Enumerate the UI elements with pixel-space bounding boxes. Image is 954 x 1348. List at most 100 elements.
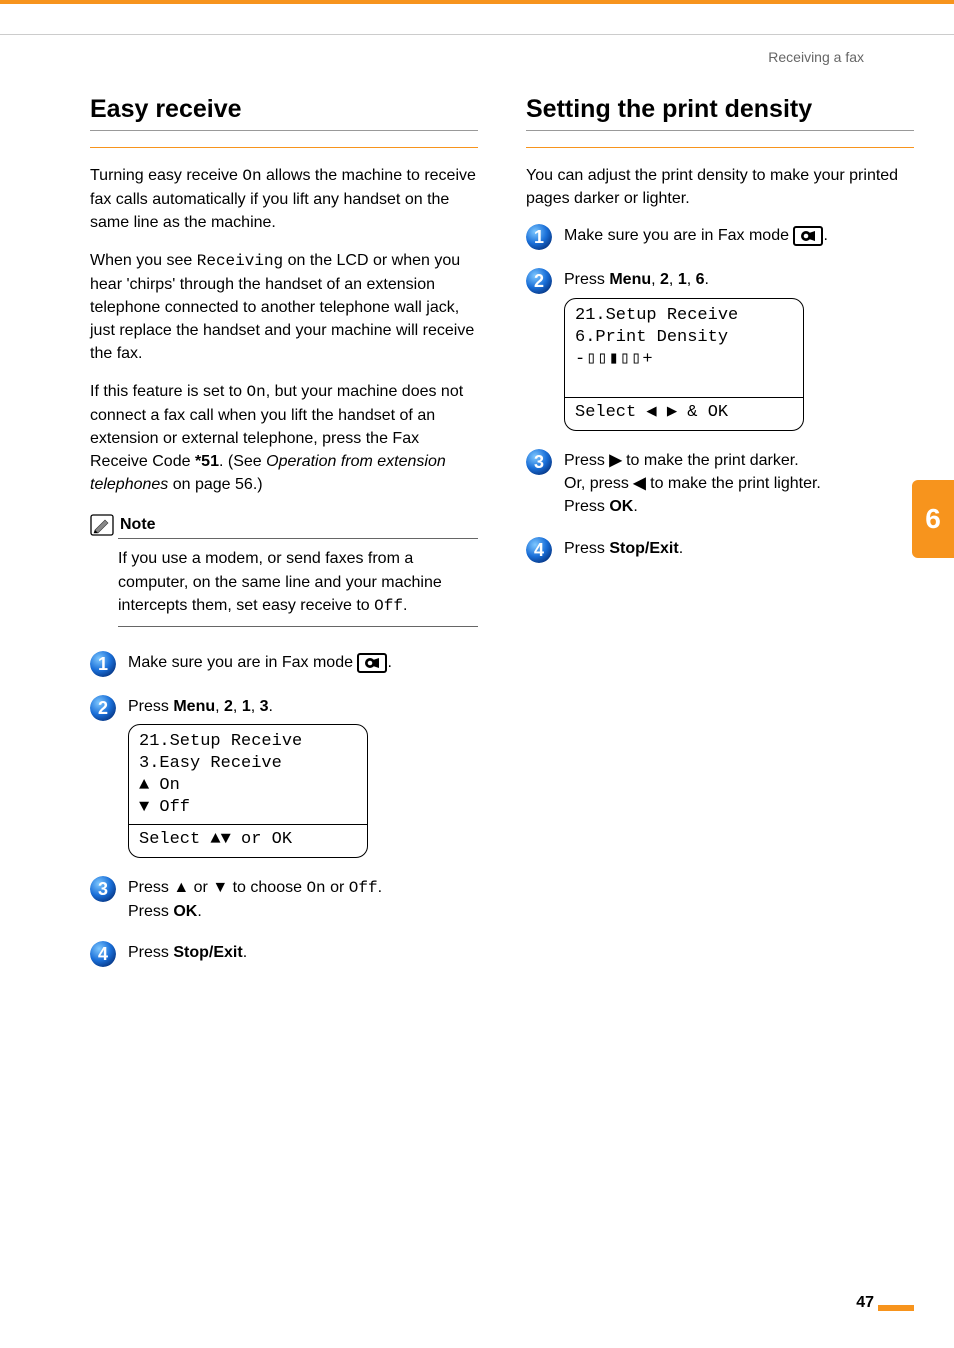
lcd-line: ▼ Off	[139, 797, 357, 819]
text: to make the print lighter.	[646, 475, 821, 492]
note-rule-end	[118, 626, 478, 627]
text: to make the print darker.	[622, 452, 799, 469]
text: ,	[251, 698, 260, 715]
right-column: Setting the print density You can adjust…	[526, 95, 914, 985]
text: Press	[128, 879, 173, 896]
text: Press	[128, 698, 173, 715]
key-2: 2	[224, 698, 233, 715]
text: Or, press	[564, 475, 633, 492]
menu-key: Menu	[609, 271, 651, 288]
step-number-3: 3	[90, 876, 116, 902]
note-label: Note	[120, 516, 156, 534]
note-rule	[118, 538, 478, 539]
text: Press	[564, 271, 609, 288]
svg-text:2: 2	[534, 271, 544, 291]
lcd-line: Select ◀ ▶ & OK	[565, 398, 803, 430]
text: .	[679, 540, 683, 557]
lcd-density-bar: -▯▯▮▯▯+	[575, 349, 793, 371]
text: ,	[669, 271, 678, 288]
svg-text:3: 3	[98, 879, 108, 899]
text: ,	[687, 271, 696, 288]
note-icon	[90, 514, 114, 536]
step-number-1: 1	[526, 224, 552, 250]
page-accent-bar	[878, 1305, 914, 1311]
svg-text:3: 3	[534, 452, 544, 472]
on-text: On	[247, 383, 266, 401]
key-1: 1	[242, 698, 251, 715]
paragraph-3: If this feature is set to On, but your m…	[90, 380, 478, 497]
step-number-1: 1	[90, 651, 116, 677]
text: Make sure you are in Fax mode	[564, 227, 793, 244]
text: When you see	[90, 252, 197, 269]
heading-rule-orange	[90, 147, 478, 148]
heading-rule	[90, 130, 478, 131]
step-number-4: 4	[526, 537, 552, 563]
heading-rule-orange	[526, 147, 914, 148]
svg-text:4: 4	[534, 540, 544, 560]
fax-mode-icon	[357, 653, 387, 673]
paragraph-1: You can adjust the print density to make…	[526, 164, 914, 210]
left-arrow: ◀	[633, 475, 645, 492]
text: .	[633, 498, 637, 515]
text: to choose	[228, 879, 306, 896]
text: or	[326, 879, 349, 896]
text: Press	[128, 944, 173, 961]
step-number-2: 2	[90, 695, 116, 721]
text: or	[189, 879, 212, 896]
step-number-3: 3	[526, 449, 552, 475]
content-columns: Easy receive Turning easy receive On all…	[0, 65, 954, 985]
off-text: Off	[374, 597, 403, 615]
note-body: If you use a modem, or send faxes from a…	[118, 547, 478, 618]
text: on page 56.)	[168, 476, 262, 493]
lcd-line: ▲ On	[139, 775, 357, 797]
text: .	[197, 903, 201, 920]
key-6: 6	[696, 271, 705, 288]
paragraph-2: When you see Receiving on the LCD or whe…	[90, 249, 478, 366]
left-column: Easy receive Turning easy receive On all…	[90, 95, 478, 985]
text: . (See	[219, 453, 266, 470]
lcd-line: 21.Setup Receive	[575, 305, 793, 327]
ok-key: OK	[173, 903, 197, 920]
text: .	[378, 879, 382, 896]
step-4: 4 Press Stop/Exit.	[90, 941, 478, 967]
text: .	[243, 944, 247, 961]
right-arrow: ▶	[609, 452, 621, 469]
lcd-display-2: 21.Setup Receive 6.Print Density -▯▯▮▯▯+…	[564, 298, 804, 431]
menu-key: Menu	[173, 698, 215, 715]
text: Press	[564, 498, 609, 515]
page-number: 47	[856, 1294, 874, 1312]
step-4-text: Press Stop/Exit.	[564, 537, 914, 560]
step-3: 3 Press ▲ or ▼ to choose On or Off. Pres…	[90, 876, 478, 923]
stop-exit-key: Stop/Exit	[173, 944, 242, 961]
svg-text:4: 4	[98, 944, 108, 964]
text: Press	[564, 540, 609, 557]
text: .	[403, 597, 407, 614]
easy-receive-heading: Easy receive	[90, 95, 478, 124]
step-2-text: Press Menu, 2, 1, 3. 21.Setup Receive 3.…	[128, 695, 478, 858]
lcd-line: Select ▲▼ or OK	[129, 825, 367, 857]
on-text: On	[306, 879, 325, 897]
text: Make sure you are in Fax mode	[128, 654, 357, 671]
print-density-heading: Setting the print density	[526, 95, 914, 124]
lcd-line: 3.Easy Receive	[139, 753, 357, 775]
text: Press	[128, 903, 173, 920]
step-1-text: Make sure you are in Fax mode .	[128, 651, 478, 674]
note-header: Note	[90, 514, 478, 536]
lcd-display-1: 21.Setup Receive 3.Easy Receive ▲ On ▼ O…	[128, 724, 368, 857]
svg-text:1: 1	[98, 654, 108, 674]
text: If this feature is set to	[90, 383, 247, 400]
text: ,	[651, 271, 660, 288]
step-4-text: Press Stop/Exit.	[128, 941, 478, 964]
top-orange-bar	[0, 0, 954, 4]
text: ,	[215, 698, 224, 715]
svg-text:1: 1	[534, 227, 544, 247]
paragraph-1: Turning easy receive On allows the machi…	[90, 164, 478, 235]
ok-key: OK	[609, 498, 633, 515]
lcd-line: 6.Print Density	[575, 327, 793, 349]
text: Turning easy receive	[90, 167, 242, 184]
step-2-text: Press Menu, 2, 1, 6. 21.Setup Receive 6.…	[564, 268, 914, 431]
down-arrow: ▼	[212, 879, 228, 896]
heading-rule	[526, 130, 914, 131]
text: .	[705, 271, 709, 288]
up-arrow: ▲	[173, 879, 189, 896]
